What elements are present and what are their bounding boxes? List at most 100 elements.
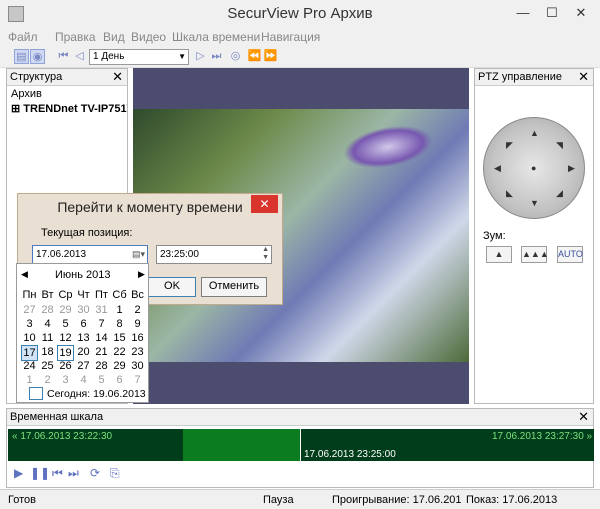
pause-icon[interactable]: ❚❚ bbox=[30, 466, 50, 480]
calendar-day[interactable]: 27 bbox=[75, 359, 92, 373]
timeline-cursor[interactable] bbox=[300, 429, 301, 461]
calendar-day[interactable]: 7 bbox=[129, 373, 146, 387]
timeline-end[interactable]: 17.06.2013 23:27:30 » bbox=[492, 431, 592, 442]
calendar-day[interactable]: 30 bbox=[75, 303, 92, 317]
range-select[interactable]: 1 День ▼ bbox=[89, 49, 189, 65]
calendar-day[interactable]: 31 bbox=[93, 303, 110, 317]
arrow-up-icon[interactable]: ▲ bbox=[530, 128, 539, 138]
play-icon[interactable]: ▶ bbox=[14, 466, 23, 480]
arrow-right-icon[interactable]: ▶ bbox=[568, 163, 575, 174]
maximize-icon[interactable]: ☐ bbox=[543, 6, 561, 20]
zoom-out-icon[interactable]: ▲▲▲ bbox=[521, 246, 549, 263]
ptz-joystick[interactable]: ▲ ▼ ◀ ▶ ◤ ◥ ◣ ◢ ● bbox=[483, 117, 585, 219]
calendar-day[interactable]: 13 bbox=[75, 331, 92, 345]
calendar-day[interactable]: 7 bbox=[93, 317, 110, 331]
tree-archive[interactable]: Архив bbox=[7, 86, 127, 102]
close-panel-icon[interactable]: ✕ bbox=[112, 70, 123, 84]
next-event-icon[interactable]: ⏩ bbox=[263, 49, 278, 64]
tree-item-camera[interactable]: ⊞ TRENDnet TV-IP751W bbox=[7, 102, 127, 115]
refresh-icon[interactable]: ⟳ bbox=[90, 466, 100, 480]
calendar-day[interactable]: 28 bbox=[39, 303, 56, 317]
menu-navigation[interactable]: Навигация bbox=[261, 30, 320, 44]
calendar-day[interactable]: 4 bbox=[75, 373, 92, 387]
calendar-day[interactable]: 22 bbox=[111, 345, 128, 359]
calendar-day[interactable]: 12 bbox=[57, 331, 74, 345]
calendar-day[interactable]: 2 bbox=[129, 303, 146, 317]
calendar-day[interactable]: 6 bbox=[111, 373, 128, 387]
center-icon[interactable]: ● bbox=[531, 163, 536, 173]
date-field[interactable]: 17.06.2013 ▤▾ bbox=[32, 245, 148, 264]
time-spinner-icon[interactable]: ▲ ▼ bbox=[262, 246, 269, 262]
arrow-up-left-icon[interactable]: ◤ bbox=[506, 140, 513, 151]
skip-start-icon[interactable]: ⏮ bbox=[56, 49, 71, 64]
calendar-day[interactable]: 10 bbox=[21, 331, 38, 345]
menu-timeline[interactable]: Шкала времени bbox=[172, 30, 260, 44]
calendar-day[interactable]: 14 bbox=[93, 331, 110, 345]
calendar-day[interactable]: 20 bbox=[75, 345, 92, 359]
timeline-start[interactable]: « 17.06.2013 23:22:30 bbox=[12, 431, 112, 442]
calendar-day[interactable]: 3 bbox=[57, 373, 74, 387]
calendar-day[interactable]: 15 bbox=[111, 331, 128, 345]
zoom-auto-button[interactable]: AUTO bbox=[557, 246, 583, 263]
calendar-day[interactable]: 25 bbox=[39, 359, 56, 373]
export-icon[interactable]: ⎘ bbox=[110, 466, 120, 481]
expand-icon[interactable]: ⊞ bbox=[11, 103, 23, 115]
zoom-in-icon[interactable]: ▲ bbox=[486, 246, 512, 263]
minimize-icon[interactable]: — bbox=[514, 6, 532, 20]
close-icon[interactable]: ✕ bbox=[572, 6, 590, 20]
calendar-day[interactable]: 30 bbox=[129, 359, 146, 373]
step-forward-icon[interactable]: ▷ bbox=[193, 49, 208, 64]
calendar-day[interactable]: 18 bbox=[39, 345, 56, 359]
timeline-recording-block[interactable] bbox=[183, 429, 300, 461]
cancel-button[interactable]: Отменить bbox=[201, 277, 267, 297]
arrow-down-left-icon[interactable]: ◣ bbox=[506, 188, 513, 199]
calendar-day[interactable]: 27 bbox=[21, 303, 38, 317]
calendar-day[interactable]: 29 bbox=[57, 303, 74, 317]
next-month-icon[interactable]: ▶ bbox=[138, 269, 145, 280]
calendar-icon[interactable]: ▤▾ bbox=[132, 246, 145, 263]
layout-icon[interactable]: ▤ bbox=[14, 49, 29, 64]
archive-icon[interactable]: ◉ bbox=[30, 49, 45, 64]
calendar-day[interactable]: 1 bbox=[111, 303, 128, 317]
today-link[interactable]: Сегодня: 19.06.2013 bbox=[47, 388, 146, 400]
menu-view[interactable]: Вид bbox=[103, 30, 125, 44]
skip-end-icon[interactable]: ⏭ bbox=[209, 49, 224, 64]
prev-event-icon[interactable]: ⏪ bbox=[247, 49, 262, 64]
menu-edit[interactable]: Правка bbox=[55, 30, 96, 44]
calendar-day[interactable]: 24 bbox=[21, 359, 38, 373]
calendar-day[interactable]: 23 bbox=[129, 345, 146, 359]
arrow-down-icon[interactable]: ▼ bbox=[530, 198, 539, 208]
arrow-left-icon[interactable]: ◀ bbox=[494, 163, 501, 174]
arrow-down-right-icon[interactable]: ◢ bbox=[556, 188, 563, 199]
menu-file[interactable]: Файл bbox=[8, 30, 38, 44]
calendar-day[interactable]: 9 bbox=[129, 317, 146, 331]
calendar-day[interactable]: 29 bbox=[111, 359, 128, 373]
close-panel-icon[interactable]: ✕ bbox=[578, 70, 589, 84]
dialog-close-icon[interactable]: ✕ bbox=[251, 195, 278, 213]
arrow-up-right-icon[interactable]: ◥ bbox=[556, 140, 563, 151]
calendar-day[interactable]: 21 bbox=[93, 345, 110, 359]
skip-start-icon[interactable]: ⏮ bbox=[52, 466, 63, 481]
close-panel-icon[interactable]: ✕ bbox=[578, 410, 589, 424]
calendar-day[interactable]: 26 bbox=[57, 359, 74, 373]
calendar-day[interactable]: 3 bbox=[21, 317, 38, 331]
calendar-day[interactable]: 8 bbox=[111, 317, 128, 331]
calendar-day[interactable]: 28 bbox=[93, 359, 110, 373]
snapshot-icon[interactable]: ◎ bbox=[228, 49, 243, 64]
ok-button[interactable]: OK bbox=[148, 277, 196, 297]
calendar-day[interactable]: 6 bbox=[75, 317, 92, 331]
step-back-icon[interactable]: ◁ bbox=[72, 49, 87, 64]
skip-end-icon[interactable]: ⏭ bbox=[68, 466, 79, 481]
calendar-day[interactable]: 4 bbox=[39, 317, 56, 331]
prev-month-icon[interactable]: ◀ bbox=[21, 269, 28, 280]
time-field[interactable]: 23:25:00 ▲ ▼ bbox=[156, 245, 272, 264]
calendar-day[interactable]: 11 bbox=[39, 331, 56, 345]
calendar-day[interactable]: 5 bbox=[93, 373, 110, 387]
calendar-day[interactable]: 5 bbox=[57, 317, 74, 331]
today-marker-icon bbox=[29, 387, 43, 400]
weekday-label: Пн bbox=[22, 289, 37, 301]
calendar-day[interactable]: 1 bbox=[21, 373, 38, 387]
calendar-day[interactable]: 16 bbox=[129, 331, 146, 345]
calendar-day[interactable]: 2 bbox=[39, 373, 56, 387]
menu-video[interactable]: Видео bbox=[131, 30, 166, 44]
